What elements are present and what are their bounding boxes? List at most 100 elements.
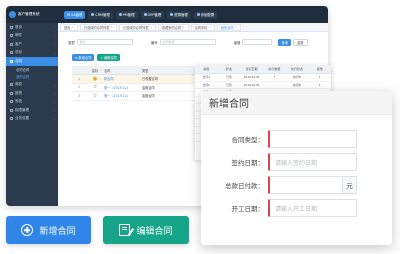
screenshot-stage: 客户管理系统 SA管理 CRM管理 PM管理 OEP管理 资源管理 系统配置 首…: [0, 0, 400, 254]
close-icon[interactable]: ×: [182, 25, 185, 29]
module-icon: [143, 13, 147, 16]
user-icon: [10, 42, 13, 46]
toolbar: ⊕ 新增合同 ✎ 编辑合同: [72, 54, 120, 61]
module-icon: [196, 13, 200, 16]
sign-date-field[interactable]: 请输入签约日期: [268, 153, 357, 171]
top-nav-item[interactable]: SA管理: [64, 10, 86, 19]
tab[interactable]: 合同详情 ×: [190, 23, 215, 31]
top-nav: SA管理 CRM管理 PM管理 OEP管理 资源管理 系统配置: [58, 10, 218, 19]
close-icon[interactable]: ×: [71, 25, 74, 29]
tab[interactable]: 已选择的合同列表 ×: [79, 23, 117, 31]
shield-icon: [10, 108, 13, 112]
home-icon: [10, 25, 13, 29]
start-date-field[interactable]: 请输入开工日期: [268, 199, 357, 217]
top-bar: 客户管理系统 SA管理 CRM管理 PM管理 OEP管理 资源管理 系统配置: [6, 6, 328, 23]
sidebar-item-customer[interactable]: 客户 ›: [6, 40, 58, 49]
filter-label: 编号: [150, 40, 158, 45]
filter-input-number[interactable]: 合同编号: [159, 39, 216, 45]
filter-input-extra[interactable]: [242, 39, 273, 45]
new-contract-small-button[interactable]: ⊕ 新增合同: [72, 54, 95, 61]
module-icon: [170, 13, 174, 16]
sidebar-item-opportunity[interactable]: 商机 ›: [6, 81, 58, 90]
tab[interactable]: 收藏夹的合同 ×: [157, 23, 189, 31]
brand-title: 客户管理系统: [18, 12, 40, 16]
sidebar-item-permission[interactable]: 权限管理 ›: [6, 106, 58, 115]
edit-icon: [119, 224, 131, 236]
top-nav-item[interactable]: OEP管理: [140, 10, 165, 19]
chevron-right-icon: ›: [53, 33, 55, 38]
paid-amount-field[interactable]: [268, 176, 343, 194]
sidebar-item-contract[interactable]: 合同 ⌄: [6, 57, 58, 66]
form-row-paid-amount: 总款已付款： 元: [201, 176, 392, 194]
search-button[interactable]: 查询: [278, 38, 291, 46]
field-label: 开工日期：: [231, 205, 265, 213]
sidebar-item-system[interactable]: 系统 ›: [6, 98, 58, 107]
column-header: 星标: [91, 68, 99, 73]
top-nav-item[interactable]: PM管理: [115, 10, 138, 19]
chevron-right-icon: ›: [53, 91, 55, 96]
field-label: 合同类型：: [231, 136, 265, 144]
chevron-down-icon: ⌄: [52, 59, 55, 64]
sidebar-item-mail[interactable]: 邮件 ›: [6, 32, 58, 41]
chart-icon: [10, 91, 13, 95]
sidebar-item-home[interactable]: 首页 ›: [6, 23, 58, 32]
star-outline-icon[interactable]: ☆: [86, 93, 104, 99]
filter-bar: 类型 客户 编号 合同编号 增值 查询 重置: [58, 36, 328, 48]
chevron-right-icon: ›: [53, 50, 55, 55]
dialog-title: 新增合同: [201, 91, 392, 115]
edit-contract-button[interactable]: 编辑合同: [103, 216, 189, 244]
table-row[interactable]: 合同1 已签 2019.02.01 7 执行中 1: [195, 74, 331, 82]
form-row-sign-date: 签约日期： 请输入签约日期: [201, 153, 392, 171]
module-icon: [91, 13, 95, 16]
close-icon[interactable]: ×: [208, 25, 211, 29]
contract-type-field[interactable]: [268, 130, 357, 148]
table-row[interactable]: 合同2 已签 2019.02.01 执行中 1: [195, 82, 331, 89]
currency-unit: 元: [343, 176, 357, 194]
sidebar-subitem[interactable]: 合同合同: [6, 66, 58, 74]
table-header: 编码 状态 合同日期 执行数量 执行状态 其他: [195, 65, 331, 74]
brand: 客户管理系统: [6, 6, 58, 23]
edit-contract-small-button[interactable]: ✎ 编辑合同: [97, 54, 120, 61]
field-label: 签约日期：: [231, 159, 265, 167]
sidebar-item-business[interactable]: 业务设置 ›: [6, 115, 58, 124]
top-nav-item[interactable]: 资源管理: [167, 10, 191, 19]
module-icon: [67, 13, 70, 16]
reset-button[interactable]: 重置: [292, 38, 308, 46]
field-label: 总款已付款：: [225, 182, 264, 190]
tab-home[interactable]: 首页 ×: [60, 23, 78, 31]
column-header: 类型: [142, 68, 149, 73]
chevron-right-icon: ›: [53, 99, 55, 104]
sidebar-subitem-my-contract[interactable]: 我的合同: [6, 73, 58, 81]
edit-icon: ✎: [100, 55, 104, 60]
column-header: 名称: [104, 68, 111, 73]
close-icon[interactable]: ×: [235, 25, 238, 29]
module-icon: [118, 13, 122, 16]
top-nav-item[interactable]: 系统配置: [193, 10, 218, 19]
new-contract-button[interactable]: 新增合同: [6, 216, 91, 244]
folder-icon: [10, 51, 13, 55]
tab[interactable]: 已选择的合同列表 ×: [118, 23, 156, 31]
close-icon[interactable]: ×: [110, 25, 113, 29]
form-row-start-date: 开工日期： 请输入开工日期: [201, 199, 392, 217]
form-row-contract-type: 合同类型：: [201, 130, 392, 148]
sidebar-item-project[interactable]: 项目 ›: [6, 49, 58, 58]
gear-icon: [10, 100, 13, 104]
logo-icon: [9, 11, 16, 18]
chevron-right-icon: ›: [53, 25, 55, 30]
star-filled-icon[interactable]: ●: [86, 76, 104, 82]
top-nav-item[interactable]: CRM管理: [88, 10, 113, 19]
star-outline-icon[interactable]: ☆: [86, 84, 104, 90]
chevron-right-icon: ›: [53, 42, 55, 47]
sidebar-item-report[interactable]: 报表 ›: [6, 89, 58, 98]
filter-input-type[interactable]: 客户: [76, 39, 133, 45]
plus-icon: ⊕: [75, 55, 78, 60]
chevron-right-icon: ›: [53, 82, 55, 87]
mail-icon: [10, 34, 13, 38]
chevron-right-icon: ›: [53, 108, 55, 113]
plus-circle-icon: [21, 224, 34, 236]
filter-label: 类型: [68, 40, 75, 45]
tab-my-contract[interactable]: 我的合同 ×: [216, 23, 242, 31]
chevron-right-icon: ›: [53, 116, 55, 121]
tab-bar: 首页 × 已选择的合同列表 × 已选择的合同列表 × 收藏夹的合同 × 合同详情 × 我的…: [58, 23, 328, 32]
close-icon[interactable]: ×: [149, 25, 152, 29]
